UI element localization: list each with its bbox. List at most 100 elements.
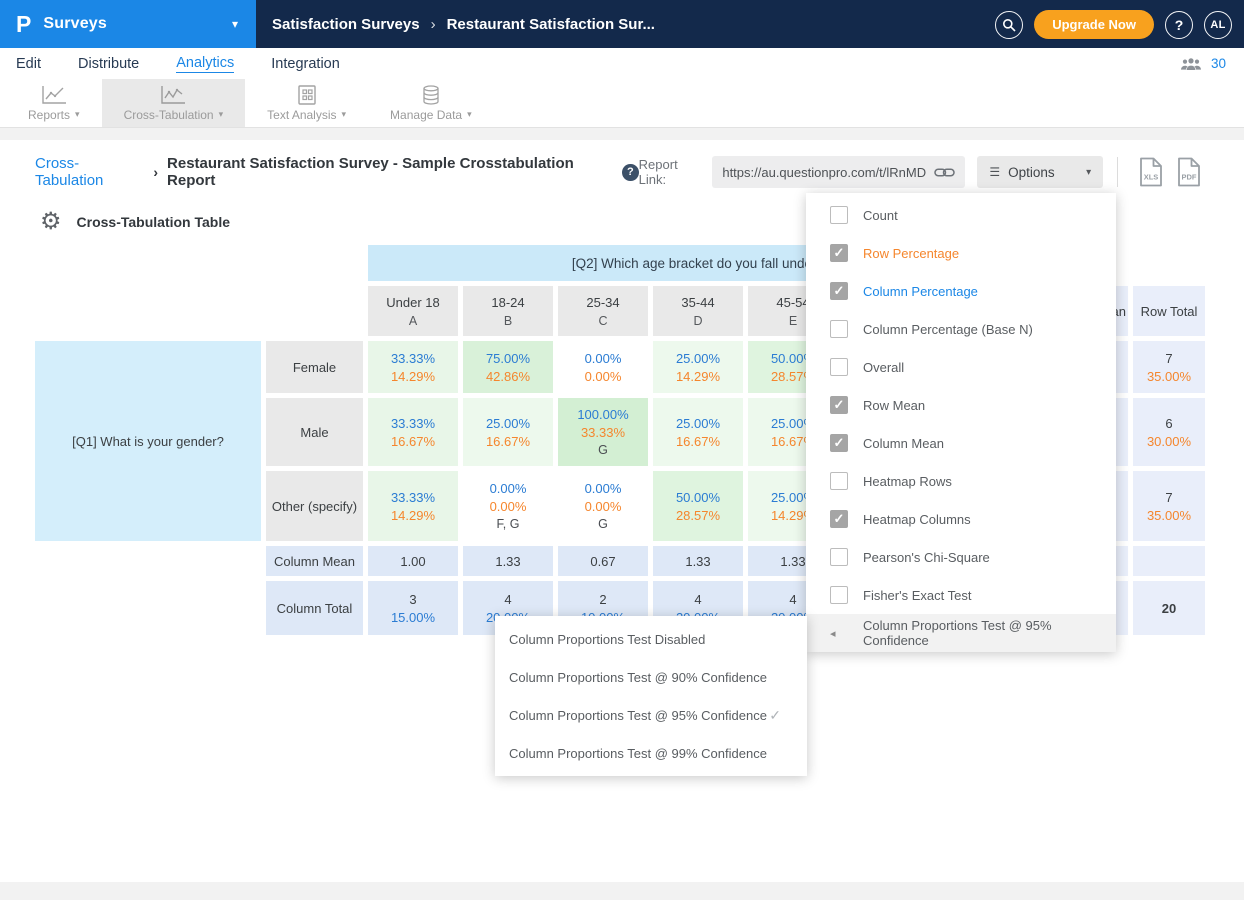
options-dropdown-menu: Count Row Percentage Column Percentage C… <box>806 193 1116 652</box>
svg-text:PDF: PDF <box>1182 173 1197 182</box>
breadcrumb-folder[interactable]: Satisfaction Surveys <box>272 16 420 33</box>
report-header-row: Cross-Tabulation › Restaurant Satisfacti… <box>35 155 1208 189</box>
link-icon[interactable] <box>934 166 955 179</box>
response-count-widget[interactable]: 30 <box>1180 56 1226 71</box>
report-link-url[interactable]: https://au.questionpro.com/t/lRnMDZR <box>722 165 926 180</box>
export-pdf-button[interactable]: PDF <box>1176 157 1202 187</box>
row-total-cell: 630.00% <box>1133 398 1205 466</box>
chevron-right-icon: › <box>153 164 158 180</box>
toolbar-item-text-analysis[interactable]: Text Analysis▾ <box>245 79 368 127</box>
svg-text:XLS: XLS <box>1144 173 1159 182</box>
export-xls-button[interactable]: XLS <box>1138 157 1164 187</box>
toolbar-item-reports[interactable]: Reports▾ <box>6 79 102 127</box>
submenu-item-95-confidence[interactable]: Column Proportions Test @ 95% Confidence… <box>495 696 807 734</box>
row-total-cell: 735.00% <box>1133 341 1205 393</box>
topbar-actions: Upgrade Now ? AL <box>995 10 1232 39</box>
tab-integration[interactable]: Integration <box>271 56 340 72</box>
row-total-cell: 735.00% <box>1133 471 1205 541</box>
section-header: ⚙ Cross-Tabulation Table <box>40 210 230 234</box>
column-mean-cell: 1.00 <box>368 546 458 576</box>
questionpro-logo-icon: P <box>16 11 31 38</box>
section-title: Cross-Tabulation Table <box>77 214 231 230</box>
menu-item-row-mean[interactable]: Row Mean <box>806 386 1116 424</box>
checkbox-icon[interactable] <box>830 358 848 376</box>
data-cell: 100.00%33.33%G <box>558 398 648 466</box>
product-switcher[interactable]: P Surveys ▾ <box>0 0 256 48</box>
divider <box>1117 157 1118 187</box>
tab-distribute[interactable]: Distribute <box>78 56 139 72</box>
app-root: P Surveys ▾ Satisfaction Surveys › Resta… <box>0 0 1244 900</box>
search-icon <box>1002 18 1016 32</box>
checkbox-icon[interactable] <box>830 206 848 224</box>
checkbox-checked-icon[interactable] <box>830 396 848 414</box>
chevron-down-icon: ▾ <box>219 109 224 120</box>
report-link-label: Report Link: <box>639 157 703 187</box>
data-cell: 0.00%0.00%G <box>558 471 648 541</box>
help-button[interactable]: ? <box>1165 11 1193 39</box>
checkbox-checked-icon[interactable] <box>830 244 848 262</box>
breadcrumb-survey-name[interactable]: Restaurant Satisfaction Sur... <box>447 16 655 33</box>
product-name: Surveys <box>43 15 107 33</box>
analytics-toolbar: Reports▾ Cross-Tabulation▾ Text Analysis… <box>0 79 1244 128</box>
menu-item-heatmap-columns[interactable]: Heatmap Columns <box>806 500 1116 538</box>
menu-item-overall[interactable]: Overall <box>806 348 1116 386</box>
menu-item-fishers-exact-test[interactable]: Fisher's Exact Test <box>806 576 1116 614</box>
row-label-female: Female <box>266 341 363 393</box>
tab-edit[interactable]: Edit <box>16 56 41 72</box>
chevron-down-icon: ▾ <box>342 109 347 120</box>
col-header-18-24: 18-24B <box>463 286 553 336</box>
checkbox-icon[interactable] <box>830 320 848 338</box>
search-button[interactable] <box>995 11 1023 39</box>
checkbox-checked-icon[interactable] <box>830 282 848 300</box>
row-total-header: Row Total <box>1133 286 1205 336</box>
submenu-item-90-confidence[interactable]: Column Proportions Test @ 90% Confidence <box>495 658 807 696</box>
checkbox-icon[interactable] <box>830 548 848 566</box>
row-label-male: Male <box>266 398 363 466</box>
data-cell: 50.00%28.57% <box>653 471 743 541</box>
col-header-35-44: 35-44D <box>653 286 743 336</box>
menu-item-column-percentage-base-n[interactable]: Column Percentage (Base N) <box>806 310 1116 348</box>
upgrade-now-button[interactable]: Upgrade Now <box>1034 10 1154 39</box>
report-title: Restaurant Satisfaction Survey - Sample … <box>167 155 613 189</box>
tab-analytics[interactable]: Analytics <box>176 55 234 73</box>
toolbar-item-manage-data[interactable]: Manage Data▾ <box>368 79 494 127</box>
crosstab-breadcrumb-link[interactable]: Cross-Tabulation <box>35 155 144 189</box>
options-button[interactable]: ☰ Options ▾ <box>977 156 1103 188</box>
report-actions: Report Link: https://au.questionpro.com/… <box>639 156 1208 188</box>
menu-item-row-percentage[interactable]: Row Percentage <box>806 234 1116 272</box>
data-cell: 0.00%0.00% <box>558 341 648 393</box>
col-header-25-34: 25-34C <box>558 286 648 336</box>
avatar[interactable]: AL <box>1204 11 1232 39</box>
checkbox-checked-icon[interactable] <box>830 510 848 528</box>
text-grid-icon <box>296 85 318 105</box>
menu-item-column-percentage[interactable]: Column Percentage <box>806 272 1116 310</box>
chevron-down-icon: ▾ <box>1086 167 1091 178</box>
menu-item-pearsons-chi-square[interactable]: Pearson's Chi-Square <box>806 538 1116 576</box>
chevron-down-icon: ▾ <box>232 17 238 31</box>
submenu-item-disabled[interactable]: Column Proportions Test Disabled <box>495 620 807 658</box>
line-chart-icon <box>160 85 186 105</box>
row-label-other: Other (specify) <box>266 471 363 541</box>
chevron-right-icon: › <box>431 16 436 33</box>
menu-item-count[interactable]: Count <box>806 196 1116 234</box>
menu-item-column-proportions-test[interactable]: ◂ Column Proportions Test @ 95% Confiden… <box>806 614 1116 652</box>
check-icon: ✓ <box>769 707 781 724</box>
toolbar-item-cross-tabulation[interactable]: Cross-Tabulation▾ <box>102 79 246 127</box>
report-link-input[interactable]: https://au.questionpro.com/t/lRnMDZR <box>712 156 965 188</box>
chevron-down-icon: ▾ <box>467 109 472 120</box>
column-mean-cell: 1.33 <box>653 546 743 576</box>
data-cell: 75.00%42.86% <box>463 341 553 393</box>
column-mean-cell: 1.33 <box>463 546 553 576</box>
column-total-label: Column Total <box>266 581 363 635</box>
data-cell: 25.00%16.67% <box>653 398 743 466</box>
help-icon[interactable]: ? <box>622 164 639 181</box>
checkbox-icon[interactable] <box>830 586 848 604</box>
data-cell: 33.33%14.29% <box>368 341 458 393</box>
submenu-item-99-confidence[interactable]: Column Proportions Test @ 99% Confidence <box>495 734 807 772</box>
menu-item-column-mean[interactable]: Column Mean <box>806 424 1116 462</box>
gear-icon[interactable]: ⚙ <box>40 210 62 234</box>
breadcrumb: Satisfaction Surveys › Restaurant Satisf… <box>272 0 655 48</box>
checkbox-icon[interactable] <box>830 472 848 490</box>
checkbox-checked-icon[interactable] <box>830 434 848 452</box>
menu-item-heatmap-rows[interactable]: Heatmap Rows <box>806 462 1116 500</box>
